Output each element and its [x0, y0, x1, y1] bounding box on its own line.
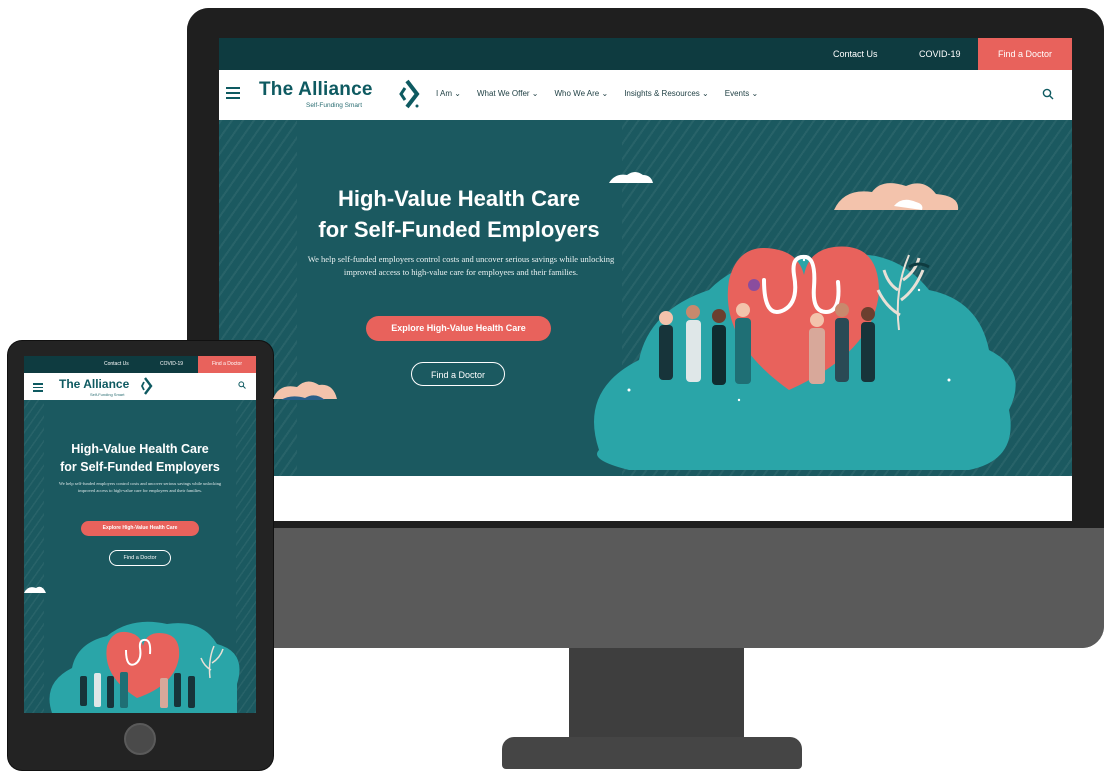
chevron-down-icon: ⌄ [601, 89, 609, 98]
menu-item-what-we-offer[interactable]: What We Offer ⌄ [477, 89, 539, 98]
menu-item-insights-resources[interactable]: Insights & Resources ⌄ [624, 89, 709, 98]
mobile-hero-title-line-1: High-Value Health Care [71, 442, 209, 456]
monitor-stand-neck [569, 648, 744, 742]
find-doctor-hero-button[interactable]: Find a Doctor [411, 362, 505, 386]
menu-label: Who We Are [554, 89, 600, 98]
mobile-people-heart-illustration [49, 621, 240, 713]
mobile-covid-link[interactable]: COVID-19 [160, 356, 183, 373]
monitor-chin [187, 528, 1104, 648]
mobile-hero-description: We help self-funded employers control co… [58, 481, 222, 493]
phone-home-button[interactable] [124, 723, 156, 755]
main-navbar: The Alliance Self-Funding Smart I Am ⌄ W… [219, 70, 1072, 121]
search-icon[interactable] [238, 381, 246, 389]
chevron-down-icon: ⌄ [702, 89, 709, 98]
menu-item-i-am[interactable]: I Am ⌄ [436, 89, 461, 98]
mobile-hero-title: High-Value Health Care for Self-Funded E… [24, 440, 256, 476]
search-icon[interactable] [1042, 88, 1054, 100]
covid-link[interactable]: COVID-19 [919, 38, 961, 70]
mobile-navbar: The Alliance Self-Funding Smart [24, 373, 256, 400]
utility-bar: Contact Us COVID-19 Find a Doctor [219, 38, 1072, 70]
menu-label: I Am [436, 89, 453, 98]
chevron-down-icon: ⌄ [751, 89, 759, 98]
mobile-logo-tagline: Self-Funding Smart [90, 392, 125, 397]
chevron-down-icon: ⌄ [531, 89, 539, 98]
white-cloud-illustration [24, 586, 46, 593]
menu-item-who-we-are[interactable]: Who We Are ⌄ [555, 89, 609, 98]
menu-item-events[interactable]: Events ⌄ [725, 89, 758, 98]
hero-title: High-Value Health Care for Self-Funded E… [279, 183, 639, 245]
hero-description: We help self-funded employers control co… [307, 254, 615, 277]
menu-label: Insights & Resources [624, 89, 700, 98]
mobile-find-doctor-button-hero[interactable]: Find a Doctor [109, 550, 171, 566]
mobile-contact-us-link[interactable]: Contact Us [104, 356, 129, 373]
mobile-logo-name[interactable]: The Alliance [59, 377, 129, 391]
hero-title-line-1: High-Value Health Care [337, 186, 581, 211]
desktop-screen: Contact Us COVID-19 Find a Doctor The Al… [219, 38, 1072, 521]
hero-text-panel [297, 120, 622, 476]
hamburger-menu-icon[interactable] [226, 87, 240, 99]
mobile-hero-section: High-Value Health Care for Self-Funded E… [24, 400, 256, 713]
hamburger-menu-icon[interactable] [33, 383, 43, 394]
menu-label: What We Offer [476, 89, 530, 98]
monitor-stand-base [502, 737, 802, 769]
find-doctor-button[interactable]: Find a Doctor [978, 38, 1072, 70]
contact-us-link[interactable]: Contact Us [833, 38, 878, 70]
site-logo[interactable]: The Alliance Self-Funding Smart [259, 79, 420, 109]
logo-name: The Alliance [259, 79, 373, 100]
mobile-hero-title-line-2: for Self-Funded Employers [60, 460, 220, 474]
people-heart-illustration [594, 172, 1016, 470]
mobile-find-doctor-button[interactable]: Find a Doctor [198, 356, 256, 373]
menu-label: Events [724, 89, 750, 98]
mobile-explore-button[interactable]: Explore High-Value Health Care [81, 521, 199, 536]
logo-tagline: Self-Funding Smart [306, 102, 362, 109]
mobile-utility-bar: Contact Us COVID-19 Find a Doctor [24, 356, 256, 373]
alliance-chevron-mark-icon [141, 377, 153, 395]
explore-high-value-button[interactable]: Explore High-Value Health Care [366, 316, 551, 341]
chevron-down-icon: ⌄ [454, 89, 461, 98]
alliance-chevron-mark-icon [399, 79, 420, 109]
hero-title-line-2: for Self-Funded Employers [318, 217, 600, 242]
peach-cloud-illustration [273, 381, 337, 400]
hero-section: High-Value Health Care for Self-Funded E… [219, 120, 1072, 476]
mobile-screen: Contact Us COVID-19 Find a Doctor The Al… [24, 356, 256, 713]
primary-menu: I Am ⌄ What We Offer ⌄ Who We Are ⌄ Insi… [436, 89, 758, 98]
